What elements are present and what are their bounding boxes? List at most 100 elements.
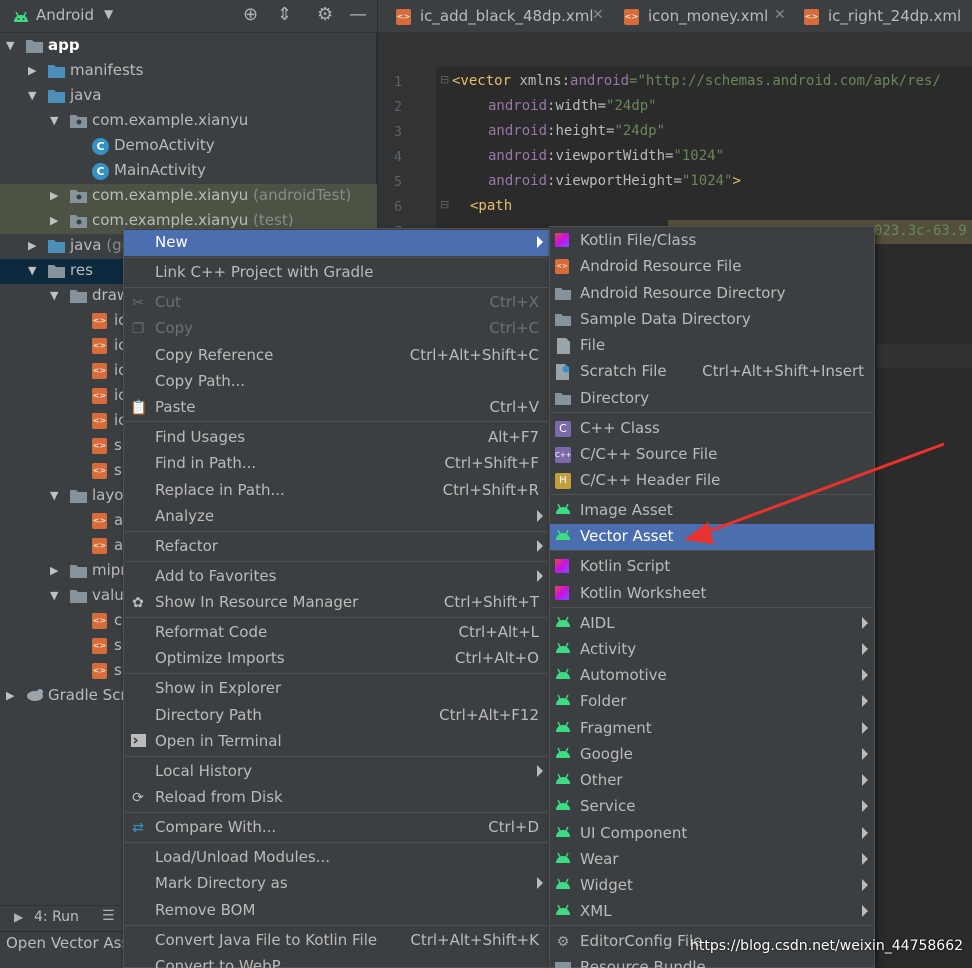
menu-item-google[interactable]: Google <box>550 742 874 768</box>
code-token: android <box>488 148 548 164</box>
menu-item-other[interactable]: Other <box>550 768 874 794</box>
menu-item-activity[interactable]: Activity <box>550 637 874 663</box>
code-line[interactable]: <vector xmlns:android="http://schemas.an… <box>452 73 941 89</box>
expand-arrow-icon[interactable]: ▼ <box>50 589 62 603</box>
code-line[interactable]: android:height="24dp" <box>488 123 665 139</box>
tree-item[interactable]: ▶ com.example.xianyu (androidTest) <box>0 184 377 209</box>
code-line[interactable]: <path <box>470 198 512 214</box>
code-line[interactable]: android:viewportWidth="1024" <box>488 148 724 164</box>
menu-item-remove-bom[interactable]: Remove BOM <box>124 898 549 924</box>
menu-item-find-in-path[interactable]: Find in Path... Ctrl+Shift+F <box>124 451 549 477</box>
menu-item-android-resource-file[interactable]: <> Android Resource File <box>550 254 874 280</box>
menu-item-folder[interactable]: Folder <box>550 689 874 715</box>
code-line[interactable]: android:viewportHeight="1024"> <box>488 173 741 189</box>
chevron-down-icon[interactable]: ▼ <box>104 7 113 21</box>
menu-item-android-resource-directory[interactable]: Android Resource Directory <box>550 281 874 307</box>
menu-item-show-in-resource-manager[interactable]: ✿ Show In Resource Manager Ctrl+Shift+T <box>124 590 549 616</box>
menu-item-load-unload-modules[interactable]: Load/Unload Modules... <box>124 845 549 871</box>
expand-arrow-icon[interactable]: ▼ <box>50 489 62 503</box>
editor-tab[interactable]: <> ic_add_black_48dp.xml ✕ <box>396 0 606 33</box>
menu-item-service[interactable]: Service <box>550 794 874 820</box>
android-icon <box>555 747 571 763</box>
menu-item-reload-from-disk[interactable]: ⟳ Reload from Disk <box>124 785 549 811</box>
menu-item-convert-to-webp[interactable]: Convert to WebP <box>124 954 549 968</box>
menu-item-automotive[interactable]: Automotive <box>550 663 874 689</box>
collapse-arrow-icon[interactable]: ▶ <box>28 64 40 78</box>
menu-item-label: Wear <box>580 850 619 868</box>
collapse-arrow-icon[interactable]: ▶ <box>50 564 62 578</box>
menu-item-image-asset[interactable]: Image Asset <box>550 498 874 524</box>
run-tab[interactable]: 4: Run <box>34 909 79 925</box>
collapse-arrow-icon[interactable]: ▶ <box>28 239 40 253</box>
close-icon[interactable]: ✕ <box>592 7 604 23</box>
menu-item-analyze[interactable]: Analyze <box>124 504 549 530</box>
menu-item-convert-java-file-to-kotlin-file[interactable]: Convert Java File to Kotlin File Ctrl+Alt… <box>124 928 549 954</box>
collapse-arrow-icon[interactable]: ▶ <box>50 214 62 228</box>
menu-item-kotlin-script[interactable]: Kotlin Script <box>550 554 874 580</box>
menu-item-add-to-favorites[interactable]: Add to Favorites <box>124 564 549 590</box>
menu-item-resource-bundle[interactable]: Resource Bundle <box>550 955 874 968</box>
menu-item-copy[interactable]: ❐ Copy Ctrl+C <box>124 316 549 342</box>
minimize-icon[interactable]: — <box>349 5 367 25</box>
menu-item-ui-component[interactable]: UI Component <box>550 821 874 847</box>
menu-item-compare-with[interactable]: ⇄ Compare With... Ctrl+D <box>124 815 549 841</box>
collapse-arrow-icon[interactable]: ▶ <box>6 689 18 703</box>
menu-item-vector-asset[interactable]: Vector Asset <box>550 524 874 550</box>
menu-item-new[interactable]: New <box>124 230 549 256</box>
expand-arrow-icon[interactable]: ▼ <box>50 114 62 128</box>
menu-item-link-c-project-with-gradle[interactable]: Link C++ Project with Gradle <box>124 260 549 286</box>
menu-item-c-c-header-file[interactable]: H C/C++ Header File <box>550 468 874 494</box>
menu-item-c-class[interactable]: C C++ Class <box>550 416 874 442</box>
menu-item-file[interactable]: File <box>550 333 874 359</box>
expand-arrow-icon[interactable]: ▼ <box>28 89 40 103</box>
menu-item-directory[interactable]: Directory <box>550 386 874 412</box>
menu-item-cut[interactable]: ✂ Cut Ctrl+X <box>124 290 549 316</box>
menu-item-kotlin-file-class[interactable]: Kotlin File/Class <box>550 228 874 254</box>
menu-item-replace-in-path[interactable]: Replace in Path... Ctrl+Shift+R <box>124 478 549 504</box>
menu-item-copy-reference[interactable]: Copy Reference Ctrl+Alt+Shift+C <box>124 343 549 369</box>
menu-item-local-history[interactable]: Local History <box>124 759 549 785</box>
menu-item-wear[interactable]: Wear <box>550 847 874 873</box>
collapse-arrow-icon[interactable]: ▶ <box>50 189 62 203</box>
fold-icon[interactable]: ⊟ <box>440 198 449 211</box>
close-icon[interactable]: ✕ <box>774 7 786 23</box>
tree-item[interactable]: C DemoActivity <box>0 134 377 159</box>
menu-item-sample-data-directory[interactable]: Sample Data Directory <box>550 307 874 333</box>
menu-item-find-usages[interactable]: Find Usages Alt+F7 <box>124 425 549 451</box>
project-view-selector[interactable]: Android <box>36 6 94 24</box>
menu-item-open-in-terminal[interactable]: Open in Terminal <box>124 729 549 755</box>
tree-item-text: layo <box>92 486 124 504</box>
tree-item[interactable]: C MainActivity <box>0 159 377 184</box>
menu-item-reformat-code[interactable]: Reformat Code Ctrl+Alt+L <box>124 620 549 646</box>
tree-item[interactable]: ▼ com.example.xianyu <box>0 109 377 134</box>
menu-item-optimize-imports[interactable]: Optimize Imports Ctrl+Alt+O <box>124 646 549 672</box>
menu-item-aidl[interactable]: AIDL <box>550 611 874 637</box>
tree-item[interactable]: ▼ java <box>0 84 377 109</box>
editor-tab[interactable]: <> ic_right_24dp.xml <box>804 0 972 33</box>
locate-icon[interactable]: ⊕ <box>243 5 258 25</box>
menu-item-paste[interactable]: 📋 Paste Ctrl+V <box>124 395 549 421</box>
menu-item-xml[interactable]: XML <box>550 899 874 925</box>
editor-tab[interactable]: <> icon_money.xml ✕ <box>624 0 794 33</box>
code-line[interactable]: 023.3c-63.9 <box>874 223 967 239</box>
menu-item-copy-path[interactable]: Copy Path... <box>124 369 549 395</box>
fold-icon[interactable]: ⊟ <box>440 73 449 86</box>
expand-arrow-icon[interactable]: ▼ <box>50 289 62 303</box>
menu-item-directory-path[interactable]: Directory Path Ctrl+Alt+F12 <box>124 703 549 729</box>
todo-icon[interactable]: ☰ <box>102 908 115 924</box>
menu-item-widget[interactable]: Widget <box>550 873 874 899</box>
code-line[interactable]: android:width="24dp" <box>488 98 657 114</box>
menu-item-c-c-source-file[interactable]: C++ C/C++ Source File <box>550 442 874 468</box>
menu-item-scratch-file[interactable]: Scratch File Ctrl+Alt+Shift+Insert <box>550 359 874 385</box>
menu-item-refactor[interactable]: Refactor <box>124 534 549 560</box>
collapse-all-icon[interactable]: ⇕ <box>277 5 292 25</box>
tree-item[interactable]: ▼ app <box>0 34 377 59</box>
expand-arrow-icon[interactable]: ▼ <box>28 264 40 278</box>
menu-item-kotlin-worksheet[interactable]: Kotlin Worksheet <box>550 581 874 607</box>
gear-icon[interactable]: ⚙ <box>317 5 333 25</box>
expand-arrow-icon[interactable]: ▼ <box>6 39 18 53</box>
menu-item-show-in-explorer[interactable]: Show in Explorer <box>124 676 549 702</box>
menu-item-mark-directory-as[interactable]: Mark Directory as <box>124 871 549 897</box>
tree-item[interactable]: ▶ manifests <box>0 59 377 84</box>
menu-item-fragment[interactable]: Fragment <box>550 716 874 742</box>
